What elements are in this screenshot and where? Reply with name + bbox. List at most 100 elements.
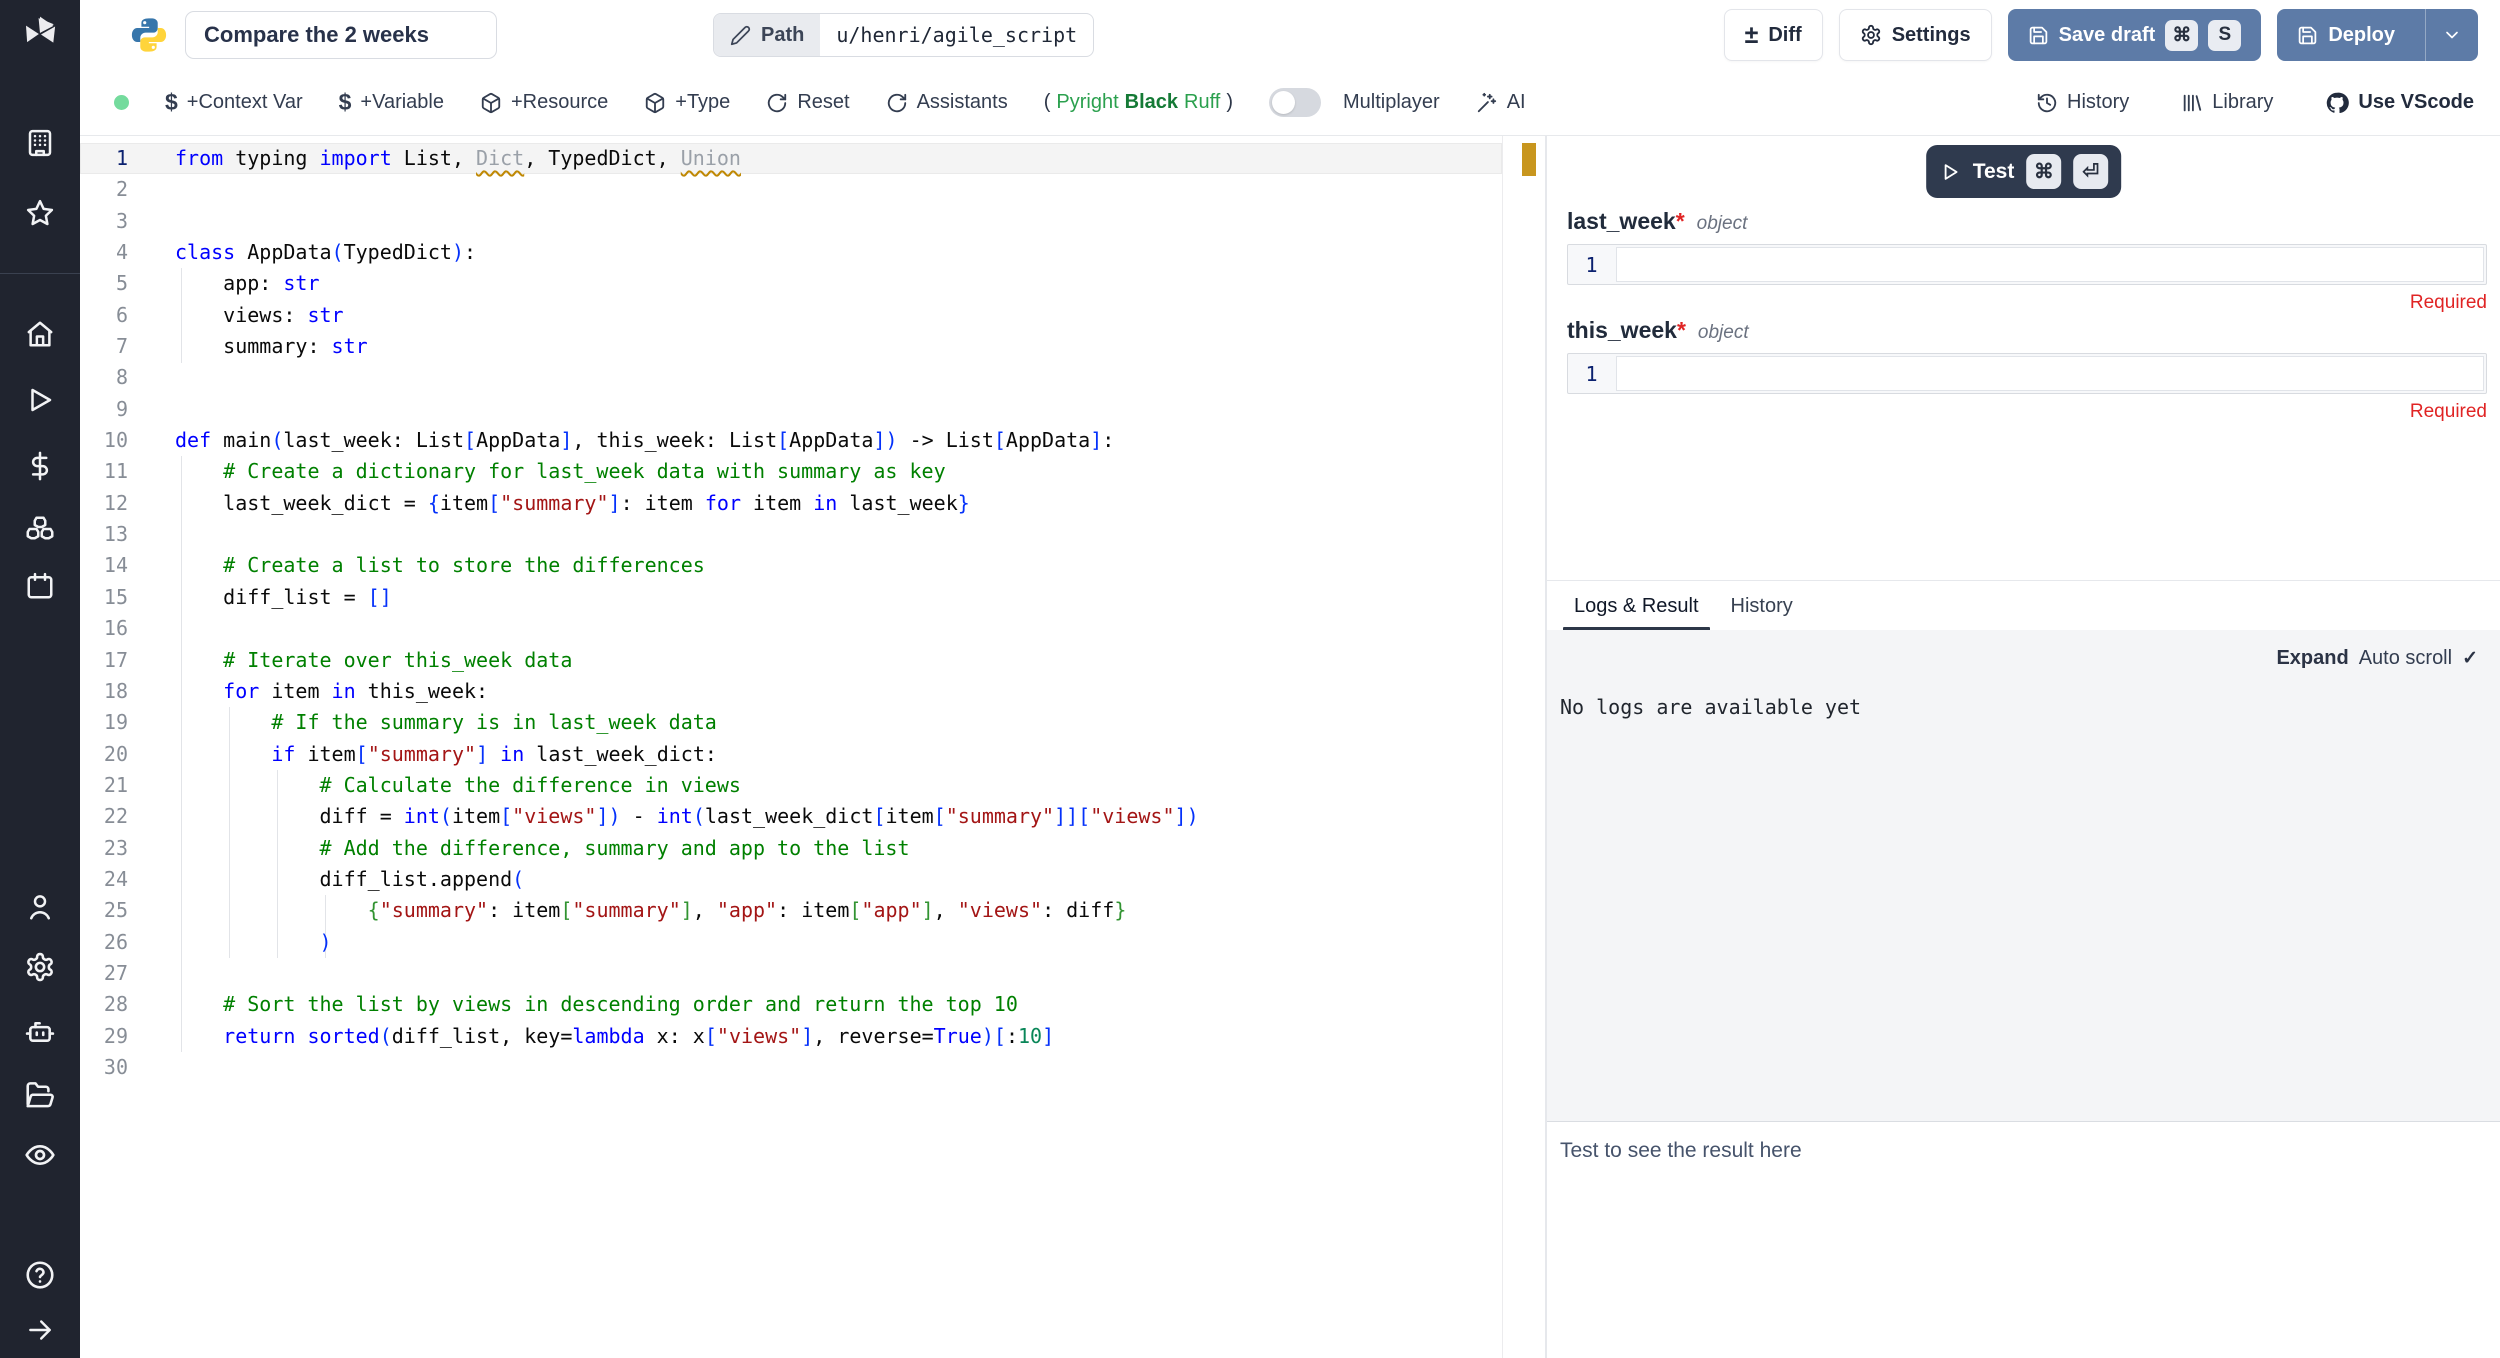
path-label-chip[interactable]: Path (714, 14, 820, 56)
code-line[interactable]: 12 last_week_dict = {item["summary"]: it… (80, 488, 1502, 519)
package-icon (644, 92, 666, 114)
reset-button[interactable]: Reset (766, 91, 849, 114)
code-line[interactable]: 23 # Add the difference, summary and app… (80, 833, 1502, 864)
windmill-logo-icon[interactable] (19, 13, 61, 55)
collapse-arrow-icon[interactable] (26, 1316, 55, 1345)
tab-logs-result[interactable]: Logs & Result (1563, 595, 1710, 630)
code-line[interactable]: 19 # If the summary is in last_week data (80, 707, 1502, 738)
logs-empty-message: No logs are available yet (1560, 695, 1861, 719)
use-vscode-button[interactable]: Use VScode (2325, 91, 2474, 115)
code-line[interactable]: 3 (80, 206, 1502, 237)
auto-scroll-label[interactable]: Auto scroll (2359, 647, 2452, 670)
ai-button[interactable]: AI (1476, 91, 1526, 114)
plus-minus-icon: ± (1745, 23, 1759, 48)
settings-gear-icon[interactable] (25, 952, 56, 983)
arg-json-editor[interactable]: 1 (1567, 244, 2487, 285)
variables-dollar-icon[interactable] (25, 451, 55, 481)
code-line[interactable]: 10def main(last_week: List[AppData], thi… (80, 425, 1502, 456)
expand-button[interactable]: Expand (2276, 647, 2348, 670)
warning-marker (1522, 143, 1536, 176)
add-type-button[interactable]: +Type (644, 91, 730, 114)
right-panel: Test ⌘ ⏎ last_week* object 1 Required th… (1547, 136, 2500, 1358)
code-line[interactable]: 1from typing import List, Dict, TypedDic… (80, 143, 1502, 174)
code-line[interactable]: 17 # Iterate over this_week data (80, 645, 1502, 676)
code-line[interactable]: 29 return sorted(diff_list, key=lambda x… (80, 1021, 1502, 1052)
user-icon[interactable] (25, 892, 55, 922)
ai-bot-icon[interactable] (25, 1016, 56, 1047)
code-line[interactable]: 11 # Create a dictionary for last_week d… (80, 456, 1502, 487)
test-button[interactable]: Test ⌘ ⏎ (1926, 145, 2122, 198)
script-name-input[interactable]: Compare the 2 weeks (185, 11, 497, 59)
code-line[interactable]: 25 {"summary": item["summary"], "app": i… (80, 895, 1502, 926)
code-line[interactable]: 5 app: str (80, 268, 1502, 299)
code-line[interactable]: 8 (80, 362, 1502, 393)
result-panel: Test to see the result here (1547, 1122, 2500, 1358)
multiplayer-toggle[interactable] (1269, 88, 1321, 117)
schedules-calendar-icon[interactable] (25, 571, 55, 601)
arg-line-number: 1 (1568, 354, 1615, 393)
code-line[interactable]: 24 diff_list.append( (80, 864, 1502, 895)
code-line[interactable]: 4class AppData(TypedDict): (80, 237, 1502, 268)
library-button[interactable]: Library (2181, 91, 2273, 114)
favorites-star-icon[interactable] (25, 198, 55, 228)
code-line[interactable]: 2 (80, 174, 1502, 205)
code-line[interactable]: 6 views: str (80, 300, 1502, 331)
deploy-dropdown-button[interactable] (2425, 9, 2478, 61)
code-line[interactable]: 28 # Sort the list by views in descendin… (80, 989, 1502, 1020)
home-icon[interactable] (25, 319, 55, 349)
settings-button[interactable]: Settings (1839, 9, 1992, 61)
add-variable-button[interactable]: $ +Variable (339, 89, 444, 116)
save-draft-button[interactable]: Save draft ⌘ S (2008, 9, 2262, 61)
diff-label: Diff (1768, 24, 1801, 47)
runs-play-icon[interactable] (25, 385, 55, 415)
code-line[interactable]: 27 (80, 958, 1502, 989)
save-icon (2028, 25, 2049, 46)
code-line[interactable]: 20 if item["summary"] in last_week_dict: (80, 739, 1502, 770)
arg-json-editor[interactable]: 1 (1567, 353, 2487, 394)
code-editor[interactable]: 1from typing import List, Dict, TypedDic… (80, 136, 1545, 1358)
diff-button[interactable]: ± Diff (1724, 9, 1823, 61)
code-line[interactable]: 26 ) (80, 927, 1502, 958)
code-line[interactable]: 15 diff_list = [] (80, 582, 1502, 613)
add-resource-button[interactable]: +Resource (480, 91, 608, 114)
add-context-var-button[interactable]: $ +Context Var (165, 89, 303, 116)
path-value[interactable]: u/henri/agile_script (820, 14, 1093, 56)
cmd-key-badge: ⌘ (2026, 154, 2061, 189)
check-icon[interactable]: ✓ (2462, 647, 2478, 670)
logs-panel: Expand Auto scroll ✓ No logs are availab… (1547, 630, 2500, 1122)
arg-this-week: this_week* object 1 Required (1567, 317, 2487, 423)
path-label: Path (761, 24, 804, 47)
deploy-button[interactable]: Deploy (2277, 9, 2478, 61)
code-line[interactable]: 7 summary: str (80, 331, 1502, 362)
dollar-icon: $ (165, 89, 178, 116)
arg-name: this_week* (1567, 317, 1686, 344)
arg-input-field[interactable] (1616, 356, 2484, 391)
code-line[interactable]: 22 diff = int(item["views"]) - int(last_… (80, 801, 1502, 832)
status-dot (114, 95, 129, 110)
script-name-value: Compare the 2 weeks (204, 22, 429, 48)
tab-history[interactable]: History (1720, 595, 1804, 630)
code-line[interactable]: 18 for item in this_week: (80, 676, 1502, 707)
left-sidebar (0, 0, 80, 1358)
workspaces-icon[interactable] (25, 128, 55, 158)
arg-last-week: last_week* object 1 Required (1567, 208, 2487, 314)
audit-eye-icon[interactable] (24, 1139, 56, 1171)
path-field[interactable]: Path u/henri/agile_script (713, 13, 1094, 57)
folders-icon[interactable] (25, 1080, 56, 1111)
code-line[interactable]: 13 (80, 519, 1502, 550)
code-line[interactable]: 14 # Create a list to store the differen… (80, 550, 1502, 581)
code-line[interactable]: 30 (80, 1052, 1502, 1083)
code-line[interactable]: 16 (80, 613, 1502, 644)
code-line[interactable]: 9 (80, 394, 1502, 425)
arg-input-field[interactable] (1616, 247, 2484, 282)
refresh-icon (766, 92, 788, 114)
assistants-button[interactable]: Assistants (886, 91, 1008, 114)
result-tabs: Logs & Result History (1547, 580, 2500, 630)
resources-boxes-icon[interactable] (25, 513, 55, 543)
deploy-label: Deploy (2328, 24, 2395, 47)
help-icon[interactable] (25, 1260, 56, 1291)
multiplayer-label[interactable]: Multiplayer (1343, 91, 1440, 114)
code-line[interactable]: 21 # Calculate the difference in views (80, 770, 1502, 801)
arg-line-number: 1 (1568, 245, 1615, 284)
history-button[interactable]: History (2036, 91, 2129, 114)
